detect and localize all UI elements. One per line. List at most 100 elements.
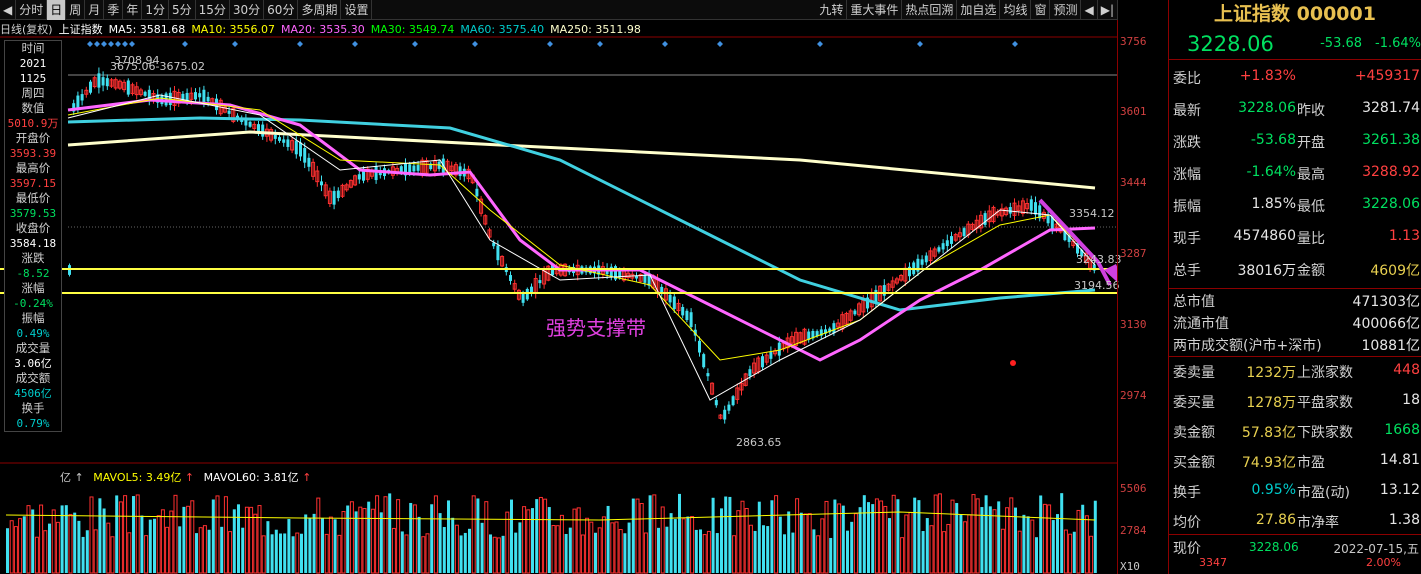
event-marker[interactable]	[662, 41, 668, 47]
candle	[80, 89, 84, 106]
candle	[756, 355, 761, 374]
event-marker[interactable]	[412, 41, 418, 47]
event-marker[interactable]	[297, 41, 303, 47]
volume-bar	[888, 518, 891, 573]
volume-bar	[580, 534, 585, 574]
quote-v1: 38016万	[1237, 263, 1296, 279]
near-right-annotation: 3194.56	[1074, 279, 1120, 292]
candle	[512, 279, 517, 294]
volume-bar	[980, 507, 984, 573]
volume-bar	[127, 532, 132, 574]
volume-bar	[955, 503, 959, 573]
candle	[323, 181, 328, 199]
volume-bar	[496, 537, 501, 574]
volume-bar	[321, 518, 324, 573]
event-marker[interactable]	[817, 41, 823, 47]
candle	[101, 71, 105, 92]
event-marker[interactable]	[108, 41, 114, 47]
event-marker[interactable]	[472, 41, 478, 47]
event-marker[interactable]	[122, 41, 128, 47]
event-marker[interactable]	[94, 41, 100, 47]
volume-bar	[975, 498, 980, 574]
candle	[344, 182, 349, 192]
volume-bar	[850, 521, 854, 573]
volume-bar	[778, 516, 782, 573]
candle	[807, 328, 811, 343]
volume-bar	[77, 520, 81, 573]
volume-bar	[51, 509, 56, 574]
volume-bar	[984, 495, 988, 573]
axis-label-1: 3756	[1120, 35, 1147, 48]
volume-bar	[816, 535, 821, 574]
volume-legend: 亿 ↑ MAVOL5: 3.49亿 ↑ MAVOL60: 3.81亿 ↑	[60, 469, 311, 485]
volume-bar	[68, 513, 73, 574]
event-marker[interactable]	[101, 41, 107, 47]
mavol-prefix-icon: 亿 ↑	[60, 471, 88, 484]
volume-bar	[917, 500, 921, 573]
volume-bar	[135, 494, 140, 574]
volume-bar	[215, 495, 220, 574]
volume-bar	[883, 505, 888, 574]
volume-bar	[929, 525, 934, 574]
volume-bar	[678, 493, 681, 573]
candle	[89, 79, 92, 95]
volume-bar	[757, 501, 761, 573]
volume-bar	[824, 500, 829, 574]
event-marker[interactable]	[547, 41, 553, 47]
event-marker[interactable]	[1012, 41, 1018, 47]
quote-v2: 13.12	[1379, 482, 1420, 498]
volume-bar	[559, 514, 564, 574]
candle	[626, 269, 631, 281]
volume-bar	[93, 529, 98, 574]
support-band-label: 强势支撑带	[546, 316, 646, 340]
volume-bar	[1060, 493, 1064, 573]
event-marker[interactable]	[717, 41, 723, 47]
candle	[97, 67, 101, 94]
volume-bar	[459, 535, 463, 573]
candlestick-chart[interactable]	[0, 0, 1117, 574]
volume-bar	[22, 516, 26, 573]
event-marker[interactable]	[87, 41, 93, 47]
volume-bar	[341, 511, 346, 574]
event-marker[interactable]	[917, 41, 923, 47]
candle	[530, 283, 533, 297]
event-marker[interactable]	[597, 41, 603, 47]
candle	[307, 153, 311, 172]
volume-bar	[610, 522, 615, 574]
candle	[164, 91, 168, 108]
event-marker[interactable]	[182, 41, 188, 47]
volume-bar	[833, 499, 837, 573]
data-window-value: -8.52	[16, 267, 50, 280]
candle	[638, 273, 643, 283]
volume-bar	[223, 496, 228, 574]
mavol60-value: MAVOL60: 3.81亿	[203, 471, 299, 484]
price-change: -53.68	[1320, 36, 1363, 51]
event-marker[interactable]	[115, 41, 121, 47]
candle	[811, 328, 815, 341]
volume-bar	[333, 519, 337, 573]
event-marker[interactable]	[352, 41, 358, 47]
volume-bar	[715, 533, 719, 573]
volume-bar	[476, 498, 480, 573]
quote-l1: 最新	[1173, 103, 1201, 119]
market-value: 10881亿	[1361, 338, 1420, 354]
candle	[176, 88, 181, 107]
volume-bar	[543, 498, 548, 574]
quote-row: 涨幅 -1.64% 最高 3288.92	[1169, 158, 1421, 188]
candle	[122, 79, 127, 93]
candle	[126, 78, 130, 97]
event-marker[interactable]	[129, 41, 135, 47]
volume-bar	[681, 518, 686, 574]
ma-lines-layer	[67, 94, 1096, 401]
quote-v1: 1.85%	[1251, 196, 1296, 212]
volume-bar	[354, 511, 358, 573]
event-marker[interactable]	[232, 41, 238, 47]
candle	[105, 74, 109, 90]
volume-bar	[55, 521, 60, 574]
volume-bar	[858, 507, 862, 573]
data-window-label: 时间	[21, 41, 45, 55]
candle	[761, 353, 764, 370]
candle	[1025, 198, 1030, 214]
volume-bar	[274, 529, 278, 573]
volume-bar	[451, 517, 455, 573]
